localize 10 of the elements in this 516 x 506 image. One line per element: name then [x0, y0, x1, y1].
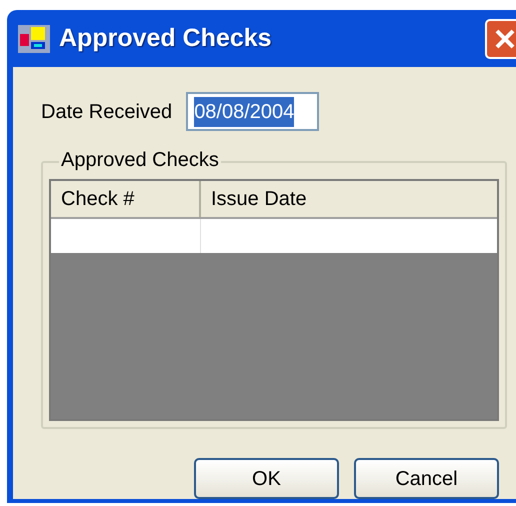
close-icon — [494, 28, 516, 50]
column-header[interactable]: Issue Date — [201, 181, 497, 217]
date-received-label: Date Received — [41, 100, 172, 124]
app-icon — [17, 24, 51, 54]
dialog-button[interactable]: Cancel — [354, 458, 499, 499]
column-header[interactable]: Check # — [51, 181, 201, 217]
date-received-field[interactable]: 08/08/2004 — [186, 92, 320, 131]
dialog-button[interactable]: OK — [194, 458, 339, 499]
close-button[interactable] — [485, 18, 516, 58]
window-title: Approved Checks — [59, 22, 272, 54]
